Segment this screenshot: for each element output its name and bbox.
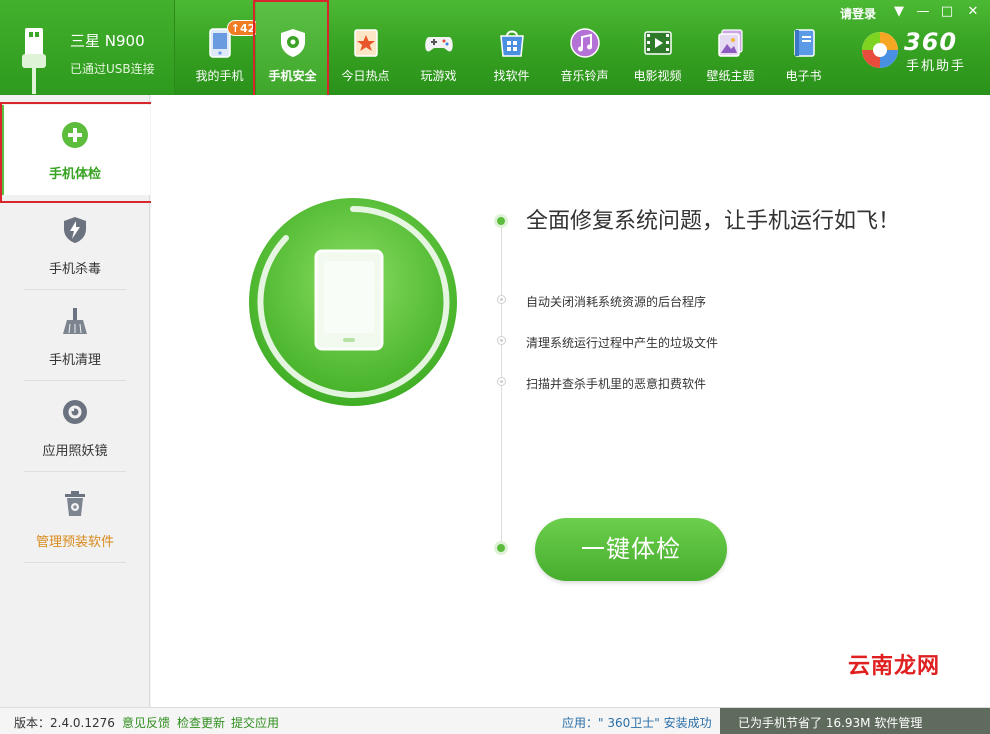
device-panel[interactable]: 三星 N900 已通过USB连接 <box>0 0 175 95</box>
nav-label: 今日热点 <box>341 69 390 83</box>
news-star-icon <box>354 29 378 57</box>
one-click-checkup-button[interactable]: 一键体检 <box>535 518 727 581</box>
timeline-dot <box>497 295 506 304</box>
brand-logo: 360 手机助手 <box>860 28 985 76</box>
sidebar-item-antivirus[interactable]: 手机杀毒 <box>0 200 150 290</box>
sidebar-item-label: 手机清理 <box>48 353 101 368</box>
update-count-badge: ↑42 <box>227 20 259 36</box>
watermark: 云南龙网 <box>848 654 941 679</box>
360-ball-icon <box>862 32 898 68</box>
sidebar-item-label: 应用照妖镜 <box>42 444 108 459</box>
submit-app-link[interactable]: 提交应用 <box>231 714 279 731</box>
nav-music-ringtones[interactable]: 音乐铃声 <box>548 0 621 95</box>
timeline-dot <box>494 541 508 555</box>
minimize-button[interactable]: — <box>912 2 934 22</box>
feedback-link[interactable]: 意见反馈 <box>122 714 170 731</box>
timeline-dot <box>497 336 506 345</box>
nav-label: 壁纸主题 <box>706 69 755 83</box>
storage-saved-message: 已为手机节省了 16.93M 软件管理 <box>738 716 923 730</box>
broom-icon <box>63 308 87 334</box>
sidebar-item-phone-cleanup[interactable]: 手机清理 <box>0 291 150 381</box>
top-toolbar: 三星 N900 已通过USB连接 我的手机 ↑42 手机安全 今日热点 玩游戏 … <box>0 0 990 112</box>
nav-movies-videos[interactable]: 电影视频 <box>621 0 694 95</box>
app-store-icon <box>500 30 524 57</box>
nav-label: 玩游戏 <box>420 69 457 83</box>
close-button[interactable]: ✕ <box>962 2 984 22</box>
nav-label: 电影视频 <box>633 69 682 83</box>
sidebar-item-phone-checkup[interactable]: 手机体检 <box>0 105 150 195</box>
plus-circle-icon <box>62 122 88 148</box>
usb-cable-icon <box>22 28 46 94</box>
sidebar: 手机体检 手机杀毒 手机清理 应用照妖镜 管理预装软件 <box>0 95 150 707</box>
maximize-button[interactable]: □ <box>936 2 958 22</box>
sidebar-item-label: 手机杀毒 <box>48 262 101 277</box>
nav-hot-today[interactable]: 今日热点 <box>329 0 402 95</box>
nav-ebooks[interactable]: 电子书 <box>767 0 840 95</box>
divider <box>24 289 126 290</box>
nav-label: 电子书 <box>785 69 822 83</box>
nav-find-software[interactable]: 找软件 <box>475 0 548 95</box>
wallpaper-icon <box>718 29 743 57</box>
sidebar-item-preinstalled-apps[interactable]: 管理预装软件 <box>0 473 150 563</box>
install-status-message: 应用：" 360卫士" 安装成功 <box>562 716 712 730</box>
nav-games[interactable]: 玩游戏 <box>402 0 475 95</box>
shield-icon <box>281 29 305 57</box>
sidebar-item-label: 管理预装软件 <box>35 535 114 550</box>
status-bar: 版本：2.4.0.1276 意见反馈 检查更新 提交应用 应用：" 360卫士"… <box>0 707 990 734</box>
nav-my-phone[interactable]: 我的手机 <box>183 0 256 95</box>
trash-manage-icon <box>65 491 85 516</box>
nav-label: 找软件 <box>493 69 530 83</box>
ebook-icon <box>794 29 815 57</box>
menu-dropdown-icon[interactable]: ▼ <box>888 2 910 22</box>
brand-name: 360 <box>904 28 958 56</box>
phone-checkup-hero-icon <box>249 198 457 406</box>
connection-status: 已通过USB连接 <box>70 62 155 76</box>
brand-subtitle: 手机助手 <box>906 59 967 74</box>
feature-item: 清理系统运行过程中产生的垃圾文件 <box>526 336 719 350</box>
divider <box>24 562 126 563</box>
nav-label: 手机安全 <box>268 69 317 83</box>
main-panel: 全面修复系统问题，让手机运行如飞！ 自动关闭消耗系统资源的后台程序 清理系统运行… <box>151 95 990 707</box>
feature-item: 自动关闭消耗系统资源的后台程序 <box>526 295 707 309</box>
check-update-link[interactable]: 检查更新 <box>177 714 225 731</box>
nav-label: 音乐铃声 <box>560 69 609 83</box>
feature-item: 扫描并查杀手机里的恶意扣费软件 <box>526 377 707 391</box>
login-link[interactable]: 请登录 <box>840 5 876 22</box>
nav-phone-security[interactable]: 手机安全 <box>256 0 329 95</box>
shield-bolt-icon <box>64 217 86 243</box>
gamepad-icon <box>425 37 453 52</box>
timeline-dot <box>497 377 506 386</box>
storage-saved-panel[interactable]: 已为手机节省了 16.93M 软件管理 <box>720 708 990 734</box>
divider <box>24 380 126 381</box>
nav-label: 我的手机 <box>195 69 244 83</box>
checkup-headline: 全面修复系统问题，让手机运行如飞！ <box>526 209 901 234</box>
music-icon <box>570 28 600 58</box>
timeline-dot <box>494 214 508 228</box>
version-label: 版本：2.4.0.1276 <box>14 716 115 730</box>
film-icon <box>644 31 672 55</box>
device-name: 三星 N900 <box>70 32 145 50</box>
lens-icon <box>63 400 87 424</box>
divider <box>24 471 126 472</box>
sidebar-item-label: 手机体检 <box>48 167 101 182</box>
nav-wallpaper-themes[interactable]: 壁纸主题 <box>694 0 767 95</box>
sidebar-item-app-scanner[interactable]: 应用照妖镜 <box>0 382 150 472</box>
